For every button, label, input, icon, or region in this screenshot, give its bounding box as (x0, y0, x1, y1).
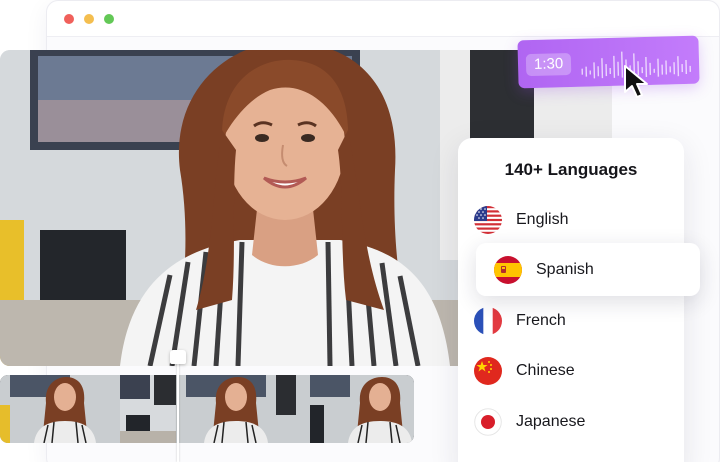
window-titlebar (47, 1, 719, 37)
language-panel-title: 140+ Languages (504, 160, 638, 179)
language-item-japanese[interactable]: Japanese (474, 408, 586, 436)
video-timeline[interactable] (0, 375, 414, 443)
audio-duration: 1:30 (525, 52, 572, 77)
timeline-thumbnail[interactable] (0, 375, 120, 443)
playhead-handle[interactable] (170, 350, 186, 364)
language-label: Chinese (516, 362, 575, 379)
language-label: Japanese (516, 413, 586, 430)
timeline-playhead[interactable] (177, 360, 179, 462)
language-label: French (516, 312, 566, 329)
jp-flag-icon (474, 408, 502, 436)
fr-flag-icon (474, 307, 502, 335)
mouse-cursor-icon (624, 65, 648, 98)
cn-flag-icon (474, 357, 502, 385)
us-flag-icon (474, 206, 502, 234)
language-label: Spanish (536, 260, 594, 278)
audio-waveform-pill[interactable]: 1:30 (517, 35, 700, 89)
timeline-thumbnail[interactable] (120, 375, 176, 443)
timeline-thumbnail[interactable] (310, 375, 414, 443)
close-window-button[interactable] (64, 14, 74, 24)
maximize-window-button[interactable] (104, 14, 114, 24)
language-item-chinese[interactable]: Chinese (474, 357, 575, 385)
language-panel: 140+ Languages English French Chinese Ja… (458, 138, 684, 462)
es-flag-icon (494, 255, 522, 284)
language-item-spanish-selected[interactable]: Spanish (476, 243, 700, 296)
timeline-thumbnail[interactable] (176, 375, 310, 443)
minimize-window-button[interactable] (84, 14, 94, 24)
language-label: English (516, 211, 569, 228)
language-item-english[interactable]: English (474, 206, 569, 234)
language-item-french[interactable]: French (474, 307, 566, 335)
